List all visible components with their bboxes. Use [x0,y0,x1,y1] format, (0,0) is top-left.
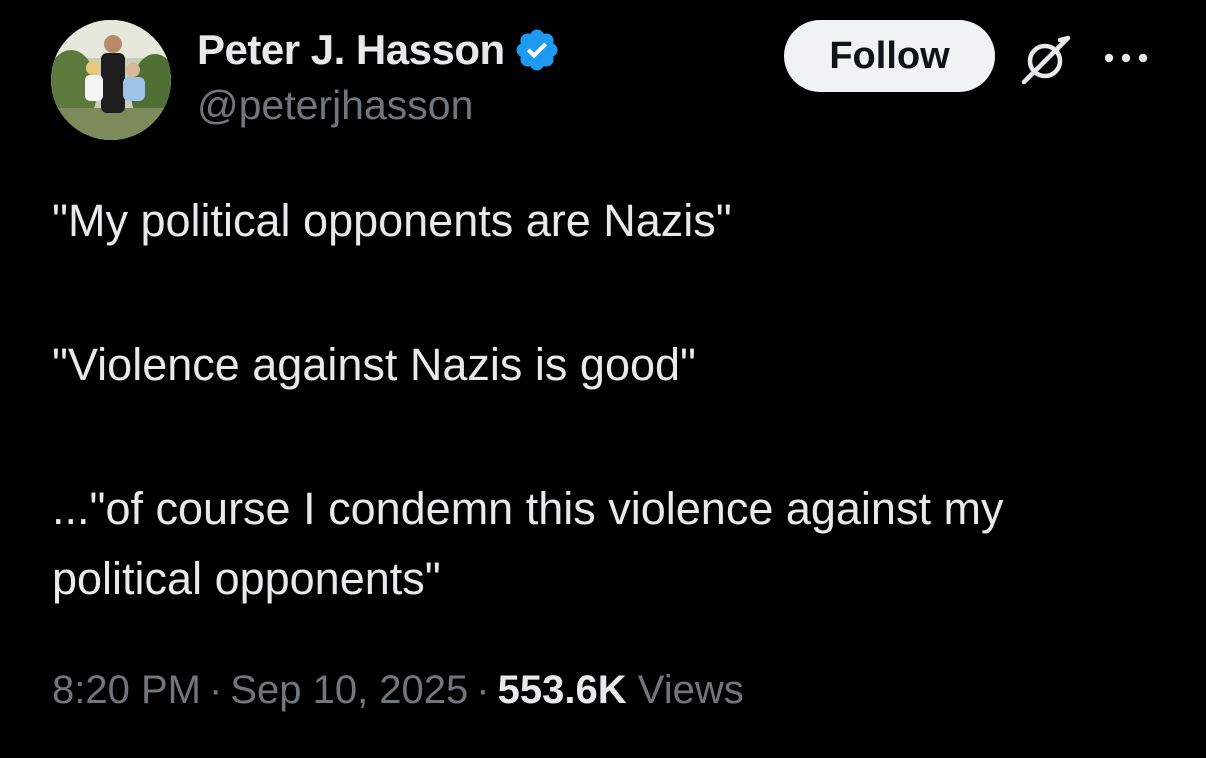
author-block: Peter J. Hasson @peterjhasson [197,26,561,129]
verified-badge-icon[interactable] [513,26,561,74]
more-options-icon[interactable] [1100,40,1152,76]
meta-separator: · [476,668,490,712]
avatar-photo [51,20,171,140]
tweet-date[interactable]: Sep 10, 2025 [230,668,468,712]
tweet-text: "My political opponents are Nazis" "Viol… [52,186,1162,614]
tweet-paragraph: "My political opponents are Nazis" [52,195,732,246]
tweet-meta: 8:20 PM · Sep 10, 2025 · 553.6K Views [52,668,744,713]
views-count[interactable]: 553.6K [498,668,627,712]
author-display-name[interactable]: Peter J. Hasson [197,26,505,74]
author-handle[interactable]: @peterjhasson [197,82,561,129]
grok-icon[interactable] [1016,30,1074,88]
tweet-paragraph: "Violence against Nazis is good" [52,339,696,390]
tweet-card: Peter J. Hasson @peterjhasson Follow "My… [0,0,1206,758]
tweet-paragraph: ..."of course I condemn this violence ag… [52,483,1004,604]
tweet-time[interactable]: 8:20 PM [52,668,201,712]
meta-separator: · [208,668,223,712]
avatar[interactable] [51,20,171,140]
author-name-row: Peter J. Hasson [197,26,561,74]
views-label: Views [637,668,744,712]
follow-button[interactable]: Follow [784,20,995,92]
